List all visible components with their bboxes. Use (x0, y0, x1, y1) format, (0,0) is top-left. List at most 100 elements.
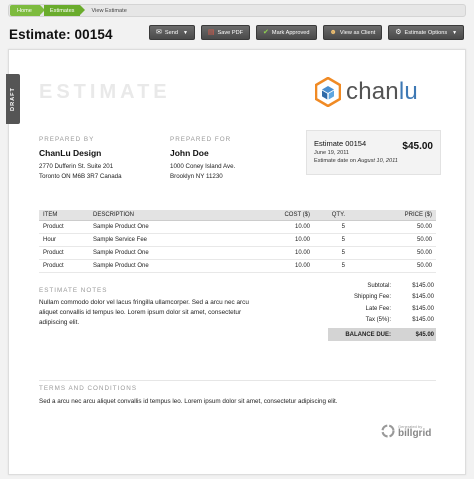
estimate-due-prefix: Estimate date on (314, 158, 358, 164)
late-fee-label: Late Fee: (365, 305, 391, 312)
estimate-summary-box: Estimate 00154 $45.00 June 19, 2011 Esti… (306, 130, 441, 175)
prepared-by-address-line2: Toronto ON M6B 3R7 Canada (39, 173, 122, 180)
prepared-by-name: ChanLu Design (39, 148, 102, 158)
logo-text-main: chan (346, 78, 399, 105)
checkmark-icon: ✔ (263, 29, 269, 36)
row-item: Product (39, 259, 89, 273)
balance-due-label: BALANCE DUE: (345, 331, 391, 338)
billgrid-wordmark: billgrid (398, 428, 432, 439)
breadcrumb-home[interactable]: Home (10, 5, 45, 16)
page-title: Estimate: 00154 (9, 27, 113, 42)
row-description: Sample Product One (89, 220, 229, 234)
table-row: Product Sample Product One 10.00 5 50.00 (39, 220, 436, 234)
shipping-label: Shipping Fee: (353, 294, 391, 301)
late-fee-row: Late Fee: $145.00 (328, 303, 436, 315)
mark-approved-label: Mark Approved (271, 29, 310, 36)
subtotal-value: $145.00 (412, 282, 434, 289)
mark-approved-button[interactable]: ✔ Mark Approved (256, 25, 317, 40)
row-description: Sample Product One (89, 246, 229, 260)
estimate-options-button[interactable]: ⚙ Estimate Options ▼ (388, 25, 465, 40)
generated-by-billgrid: Generated by billgrid (381, 424, 432, 439)
prepared-for-address-line1: 1000 Coney Island Ave. (170, 163, 236, 170)
estimate-due-line: Estimate date on August 10, 2011 (314, 158, 433, 164)
terms-text: Sed a arcu nec arcu aliquet convallis id… (39, 398, 338, 405)
logo-wordmark: chanlu (346, 78, 418, 106)
user-icon: ☻ (329, 29, 337, 36)
row-cost: 10.00 (229, 233, 314, 247)
view-as-client-button[interactable]: ☻ View as Client (322, 25, 383, 40)
breadcrumb-estimates[interactable]: Estimates (43, 5, 85, 16)
table-row: Product Sample Product One 10.00 5 50.00 (39, 259, 436, 273)
row-price: 50.00 (349, 220, 436, 234)
column-header-cost: COST ($) (229, 210, 314, 221)
envelope-icon: ✉ (156, 29, 162, 36)
column-header-item: ITEM (39, 210, 89, 221)
toolbar: ✉ Send ▼ ▤ Save PDF ✔ Mark Approved ☻ Vi… (149, 25, 465, 40)
late-fee-value: $145.00 (412, 305, 434, 312)
shipping-value: $145.00 (412, 294, 434, 301)
subtotal-row: Subtotal: $145.00 (328, 280, 436, 292)
prepared-for-address-line2: Brooklyn NY 11230 (170, 173, 223, 180)
row-price: 50.00 (349, 246, 436, 260)
prepared-for-name: John Doe (170, 148, 209, 158)
save-pdf-label: Save PDF (217, 29, 244, 36)
draft-tab: DRAFT (6, 74, 20, 124)
estimate-notes: ESTIMATE NOTES Nullam commodo dolor vel … (39, 287, 249, 328)
row-qty: 5 (314, 246, 349, 260)
prepared-by-block: PREPARED BY ChanLu Design 2770 Dufferin … (39, 136, 122, 182)
totals-block: Subtotal: $145.00 Shipping Fee: $145.00 La… (328, 280, 436, 341)
row-cost: 10.00 (229, 246, 314, 260)
balance-due-row: BALANCE DUE: $45.00 (328, 328, 436, 341)
company-logo: chanlu (315, 77, 418, 107)
divider (39, 380, 436, 381)
tax-label: Tax (5%): (365, 317, 391, 324)
pdf-icon: ▤ (207, 29, 215, 36)
shipping-row: Shipping Fee: $145.00 (328, 292, 436, 304)
tax-value: $145.00 (412, 317, 434, 324)
row-item: Hour (39, 233, 89, 247)
row-item: Product (39, 246, 89, 260)
breadcrumb-current: View Estimate (91, 7, 127, 14)
send-button[interactable]: ✉ Send ▼ (149, 25, 195, 40)
prepared-for-label: PREPARED FOR (170, 136, 232, 143)
table-row: Product Sample Product One 10.00 5 50.00 (39, 246, 436, 260)
estimate-due-date: August 10, 2011 (357, 158, 398, 164)
row-description: Sample Product One (89, 259, 229, 273)
breadcrumb: Home Estimates View Estimate (8, 4, 466, 17)
row-price: 50.00 (349, 233, 436, 247)
estimate-amount: $45.00 (402, 141, 433, 152)
view-as-client-label: View as Client (339, 29, 376, 36)
row-item: Product (39, 220, 89, 234)
table-row: Hour Sample Service Fee 10.00 5 50.00 (39, 233, 436, 247)
estimate-notes-text: Nullam commodo dolor vel lacus fringilla… (39, 299, 249, 326)
line-items-table: ITEM DESCRIPTION COST ($) QTY. PRICE ($)… (39, 210, 436, 273)
subtotal-label: Subtotal: (367, 282, 391, 289)
terms-and-conditions: TERMS AND CONDITIONS Sed a arcu nec arcu… (39, 385, 338, 405)
save-pdf-button[interactable]: ▤ Save PDF (200, 25, 251, 40)
row-qty: 5 (314, 233, 349, 247)
prepared-for-block: PREPARED FOR John Doe 1000 Coney Island … (170, 136, 235, 182)
chevron-down-icon: ▼ (182, 29, 188, 36)
row-qty: 5 (314, 220, 349, 234)
estimate-document: DRAFT ESTIMATE chanlu PREPARED BY ChanLu… (6, 49, 466, 475)
cube-logo-icon (315, 77, 341, 107)
prepared-by-label: PREPARED BY (39, 136, 95, 143)
tax-row: Tax (5%): $145.00 (328, 315, 436, 327)
logo-text-accent: lu (398, 78, 418, 105)
terms-label: TERMS AND CONDITIONS (39, 385, 138, 392)
estimate-options-label: Estimate Options (404, 29, 448, 36)
prepared-by-address-line1: 2770 Dufferin St. Suite 201 (39, 163, 114, 170)
row-qty: 5 (314, 259, 349, 273)
column-header-description: DESCRIPTION (89, 210, 229, 221)
table-header-row: ITEM DESCRIPTION COST ($) QTY. PRICE ($) (39, 210, 436, 221)
row-description: Sample Service Fee (89, 233, 229, 247)
row-price: 50.00 (349, 259, 436, 273)
row-cost: 10.00 (229, 220, 314, 234)
send-label: Send (164, 29, 178, 36)
column-header-price: PRICE ($) (349, 210, 436, 221)
chevron-down-icon: ▼ (452, 29, 458, 36)
billgrid-logo-icon (381, 424, 395, 438)
column-header-qty: QTY. (314, 210, 349, 221)
gear-icon: ⚙ (395, 29, 402, 36)
balance-due-value: $45.00 (415, 331, 434, 338)
